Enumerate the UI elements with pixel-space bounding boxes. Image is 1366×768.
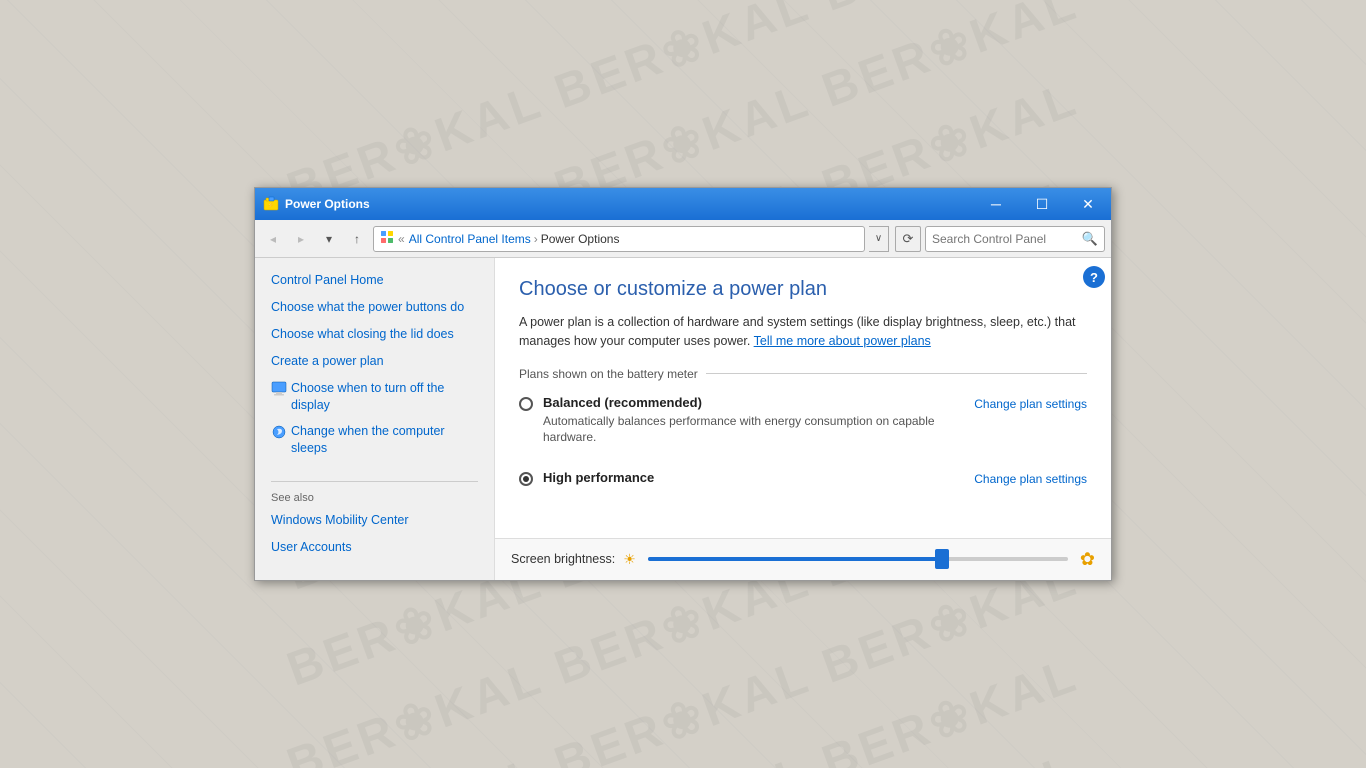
up-button[interactable]: ↑ bbox=[345, 227, 369, 251]
back-button[interactable]: ◂ bbox=[261, 227, 285, 251]
see-also-label: See also bbox=[271, 492, 478, 504]
sidebar-item-user-accounts[interactable]: User Accounts bbox=[271, 539, 478, 556]
brightness-sun-high-icon: ✿ bbox=[1080, 549, 1095, 570]
sidebar-item-lid[interactable]: Choose what closing the lid does bbox=[271, 326, 478, 343]
radio-high-performance[interactable] bbox=[519, 472, 533, 486]
plan-balanced-info: Balanced (recommended) Automatically bal… bbox=[543, 395, 974, 447]
content-description: A power plan is a collection of hardware… bbox=[519, 313, 1087, 351]
sidebar-item-display-off-container: Choose when to turn off the display bbox=[271, 380, 478, 414]
brightness-track[interactable] bbox=[648, 557, 1068, 561]
sidebar-item-sleep-container: Change when the computer sleeps bbox=[271, 423, 478, 457]
refresh-icon: ⟳ bbox=[903, 231, 914, 247]
address-dropdown-button[interactable]: ∨ bbox=[869, 226, 889, 252]
breadcrumb-prefix: « bbox=[398, 232, 405, 246]
plan-high-performance-name: High performance bbox=[543, 470, 654, 485]
sidebar-item-display-off[interactable]: Choose when to turn off the display bbox=[291, 380, 478, 414]
search-box: 🔍 bbox=[925, 226, 1105, 252]
change-plan-high-performance[interactable]: Change plan settings bbox=[974, 472, 1087, 486]
sidebar-item-mobility[interactable]: Windows Mobility Center bbox=[271, 512, 478, 529]
control-panel-icon bbox=[380, 230, 394, 247]
brightness-thumb[interactable] bbox=[935, 549, 949, 569]
maximize-button[interactable]: ☐ bbox=[1019, 188, 1065, 220]
plans-label-row: Plans shown on the battery meter bbox=[519, 367, 1087, 381]
plans-divider bbox=[706, 373, 1087, 374]
learn-more-link[interactable]: Tell me more about power plans bbox=[754, 334, 931, 348]
forward-button[interactable]: ▸ bbox=[289, 227, 313, 251]
back-icon: ◂ bbox=[270, 232, 276, 246]
brightness-fill bbox=[648, 557, 942, 561]
title-bar: ⚡ Power Options ─ ☐ ✕ bbox=[255, 188, 1111, 220]
window-title: Power Options bbox=[285, 197, 973, 211]
display-icon bbox=[271, 381, 287, 397]
plan-item-balanced: Balanced (recommended) Automatically bal… bbox=[519, 391, 1087, 451]
content-panel: Choose or customize a power plan A power… bbox=[495, 258, 1111, 538]
plan-item-high-performance: High performance Change plan settings bbox=[519, 466, 1087, 492]
brightness-sun-low-icon: ☀ bbox=[623, 551, 636, 568]
brightness-label: Screen brightness: bbox=[511, 552, 615, 566]
minimize-button[interactable]: ─ bbox=[973, 188, 1019, 220]
sidebar-item-sleep[interactable]: Change when the computer sleeps bbox=[291, 423, 478, 457]
chevron-down-icon: ▾ bbox=[326, 232, 332, 246]
help-button[interactable]: ? bbox=[1083, 266, 1105, 288]
sidebar: Control Panel Home Choose what the power… bbox=[255, 258, 495, 580]
svg-text:⚡: ⚡ bbox=[267, 201, 274, 209]
brightness-bar: Screen brightness: ☀ ✿ bbox=[495, 538, 1111, 580]
close-button[interactable]: ✕ bbox=[1065, 188, 1111, 220]
search-input[interactable] bbox=[932, 232, 1082, 246]
plans-section: Plans shown on the battery meter Balance… bbox=[519, 367, 1087, 493]
recent-locations-button[interactable]: ▾ bbox=[317, 227, 341, 251]
sidebar-item-power-buttons[interactable]: Choose what the power buttons do bbox=[271, 299, 478, 316]
power-options-window: ⚡ Power Options ─ ☐ ✕ ◂ ▸ ▾ ↑ « All Cont… bbox=[254, 187, 1112, 581]
plans-label: Plans shown on the battery meter bbox=[519, 367, 698, 381]
radio-balanced[interactable] bbox=[519, 397, 533, 411]
window-icon: ⚡ bbox=[263, 196, 279, 212]
sidebar-divider bbox=[271, 481, 478, 482]
plan-balanced-desc: Automatically balances performance with … bbox=[543, 413, 974, 447]
content-area: Choose or customize a power plan A power… bbox=[495, 258, 1111, 580]
breadcrumb-all-control-panel[interactable]: All Control Panel Items bbox=[409, 232, 531, 246]
breadcrumb-separator: › bbox=[534, 232, 538, 246]
refresh-button[interactable]: ⟳ bbox=[895, 226, 921, 252]
search-icon: 🔍 bbox=[1082, 231, 1098, 247]
address-path: « All Control Panel Items › Power Option… bbox=[373, 226, 865, 252]
sidebar-item-control-panel-home[interactable]: Control Panel Home bbox=[271, 272, 478, 289]
sleep-icon bbox=[271, 424, 287, 440]
change-plan-balanced[interactable]: Change plan settings bbox=[974, 397, 1087, 411]
plan-balanced-left: Balanced (recommended) Automatically bal… bbox=[519, 395, 974, 447]
plan-high-performance-left: High performance bbox=[519, 470, 654, 488]
dropdown-icon: ∨ bbox=[875, 233, 882, 244]
plan-high-performance-info: High performance bbox=[543, 470, 654, 488]
main-area: Control Panel Home Choose what the power… bbox=[255, 258, 1111, 580]
forward-icon: ▸ bbox=[298, 232, 304, 246]
up-icon: ↑ bbox=[354, 232, 360, 246]
title-bar-controls: ─ ☐ ✕ bbox=[973, 188, 1111, 220]
content-title: Choose or customize a power plan bbox=[519, 278, 1087, 301]
breadcrumb-current: Power Options bbox=[541, 232, 620, 246]
sidebar-item-create-plan[interactable]: Create a power plan bbox=[271, 353, 478, 370]
address-bar: ◂ ▸ ▾ ↑ « All Control Panel Items › Powe… bbox=[255, 220, 1111, 258]
plan-balanced-name: Balanced (recommended) bbox=[543, 395, 974, 410]
